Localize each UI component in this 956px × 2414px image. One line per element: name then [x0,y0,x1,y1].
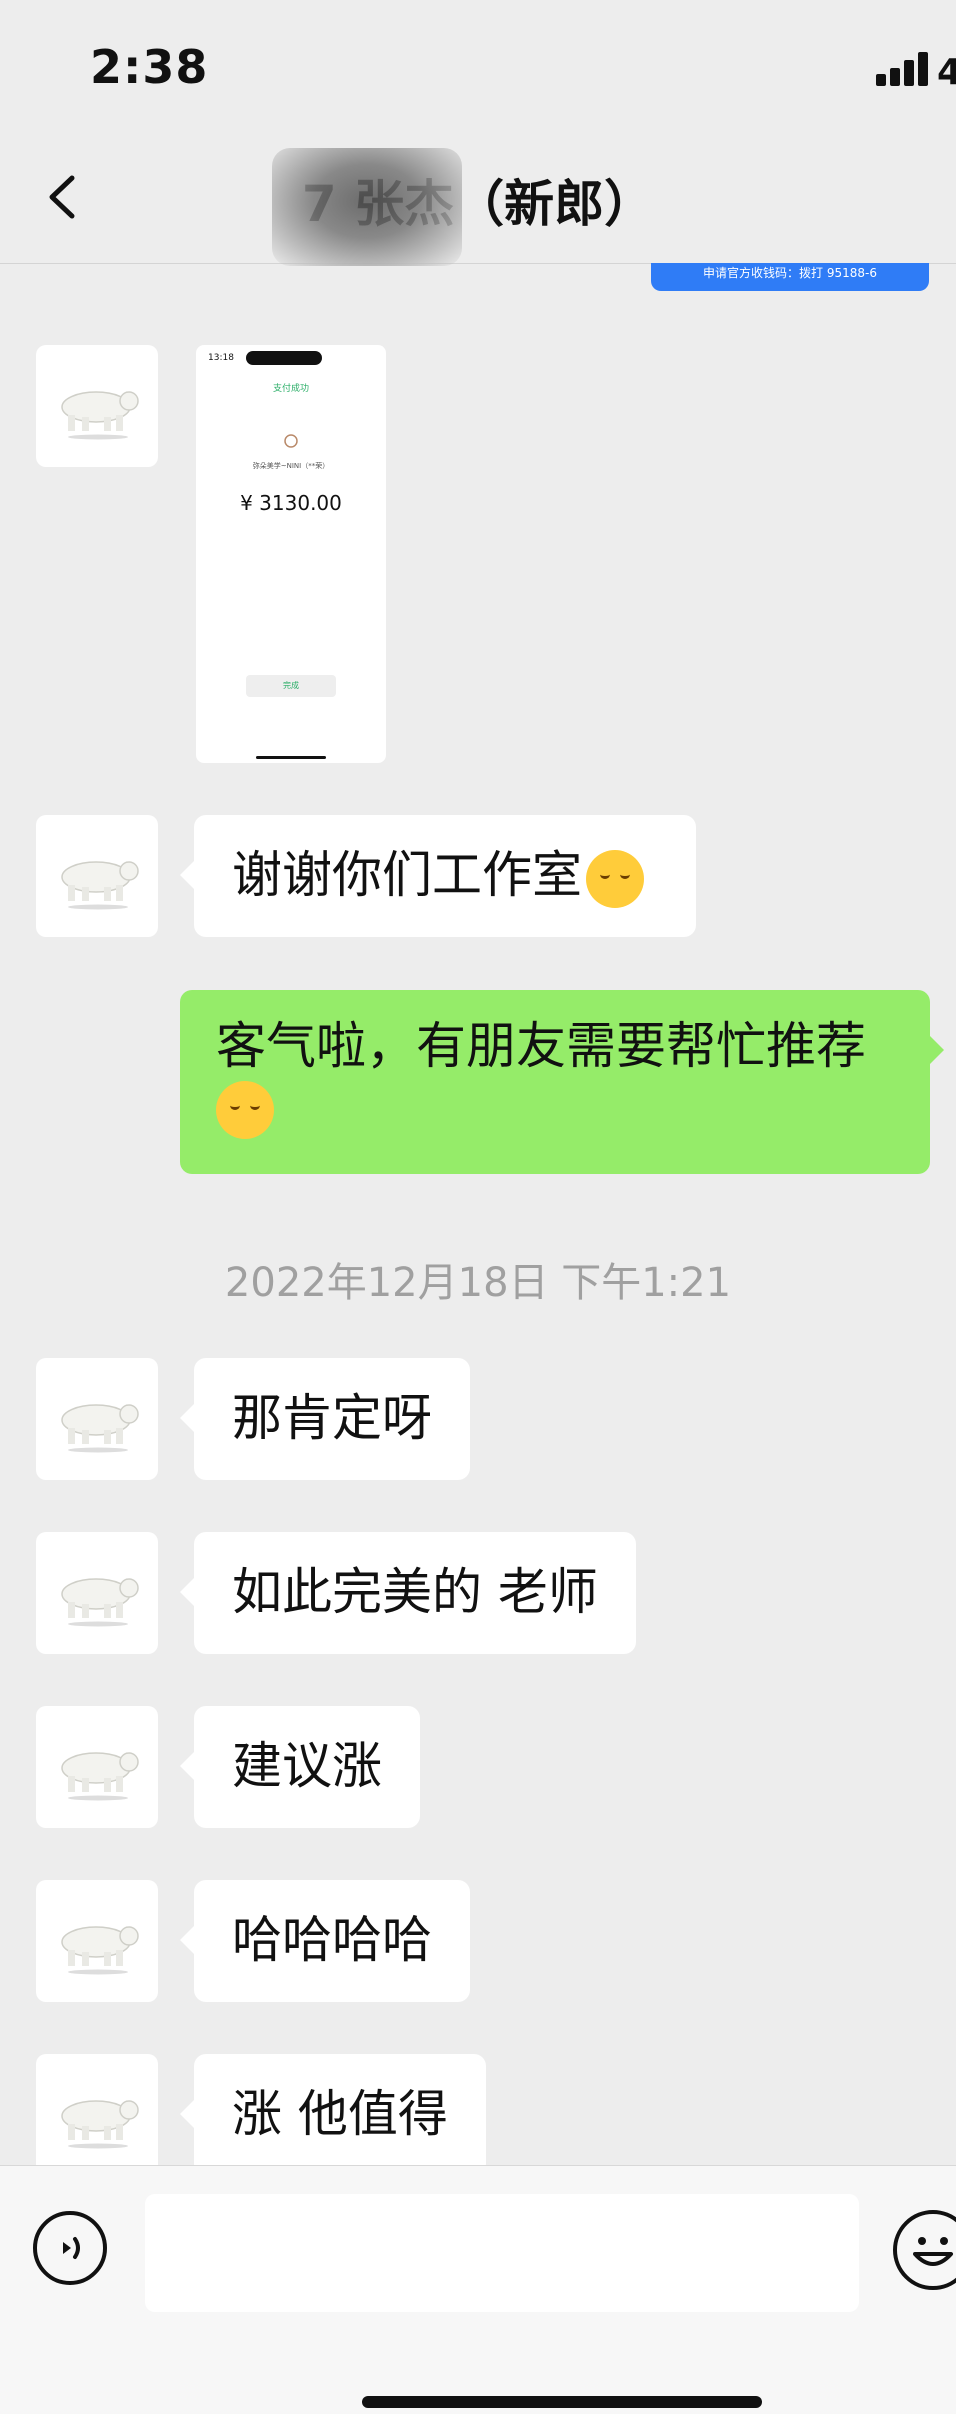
polar-bear-icon [61,2100,139,2149]
home-indicator [362,2396,762,2408]
partial-message-bubble[interactable]: 申请官方收钱码：拨打 95188-6 [651,263,929,291]
avatar[interactable] [36,2054,158,2176]
dynamic-island [246,351,322,365]
message-text: 谢谢你们工作室 [232,846,582,904]
chat-title[interactable]: 7 张杰（新郎） [0,164,956,236]
message-text: 涨 他值得 [232,2085,448,2143]
message-text: 建议涨 [232,1737,382,1795]
emoji-button[interactable] [893,2210,956,2290]
timestamp: 2022年12月18日 下午1:21 [224,1260,732,1306]
signal-icon [876,50,936,86]
merchant-logo-icon [284,434,298,448]
message-text: 那肯定呀 [232,1389,432,1447]
shot-done-button: 完成 [246,675,336,697]
avatar[interactable] [36,1706,158,1828]
avatar[interactable] [36,815,158,937]
chat-header: 7 张杰（新郎） [0,130,956,266]
redacted-mark [272,148,462,266]
payment-screenshot-image[interactable]: 13:18 支付成功 弥朵美学~NINI（**荣） ¥ 3130.00 完成 [196,345,386,763]
message-text: 哈哈哈哈 [232,1911,432,1969]
polar-bear-icon [61,1752,139,1801]
message-bubble[interactable]: 哈哈哈哈 [180,1880,470,2002]
battery-text: 4 [936,52,956,93]
input-bar [0,2165,956,2414]
message-input[interactable] [145,2194,859,2312]
avatar[interactable] [36,1358,158,1480]
shot-time: 13:18 [208,353,234,363]
message-text: 客气啦，有朋友需要帮忙推荐 [216,1017,866,1075]
relieved-face-icon [216,1080,274,1139]
avatar[interactable] [36,1532,158,1654]
polar-bear-icon [61,1404,139,1453]
shot-amount: ¥ 3130.00 [240,491,342,515]
message-bubble[interactable]: 那肯定呀 [180,1358,470,1480]
polar-bear-icon [61,1578,139,1627]
message-bubble[interactable]: 谢谢你们工作室 [180,815,696,937]
status-bar: 2:38 4 [0,0,956,130]
shot-success-text: 支付成功 [272,384,309,394]
status-time: 2:38 [90,40,209,94]
smile-icon [913,2237,953,2266]
shot-merchant: 弥朵美学~NINI（**荣） [252,462,330,470]
message-bubble[interactable]: 涨 他值得 [180,2054,486,2176]
avatar[interactable] [36,1880,158,2002]
my-message-bubble[interactable]: 客气啦，有朋友需要帮忙推荐 [180,990,944,1174]
message-bubble[interactable]: 如此完美的 老师 [180,1532,636,1654]
polar-bear-icon [61,1926,139,1975]
polar-bear-icon [61,391,139,440]
saluting-face-icon [586,849,644,908]
voice-icon [63,2237,80,2259]
message-text: 如此完美的 老师 [232,1563,598,1621]
avatar[interactable] [36,345,158,467]
shot-home-indicator [256,756,326,759]
voice-input-button[interactable] [33,2211,107,2285]
message-bubble[interactable]: 建议涨 [180,1706,420,1828]
polar-bear-icon [61,861,139,910]
